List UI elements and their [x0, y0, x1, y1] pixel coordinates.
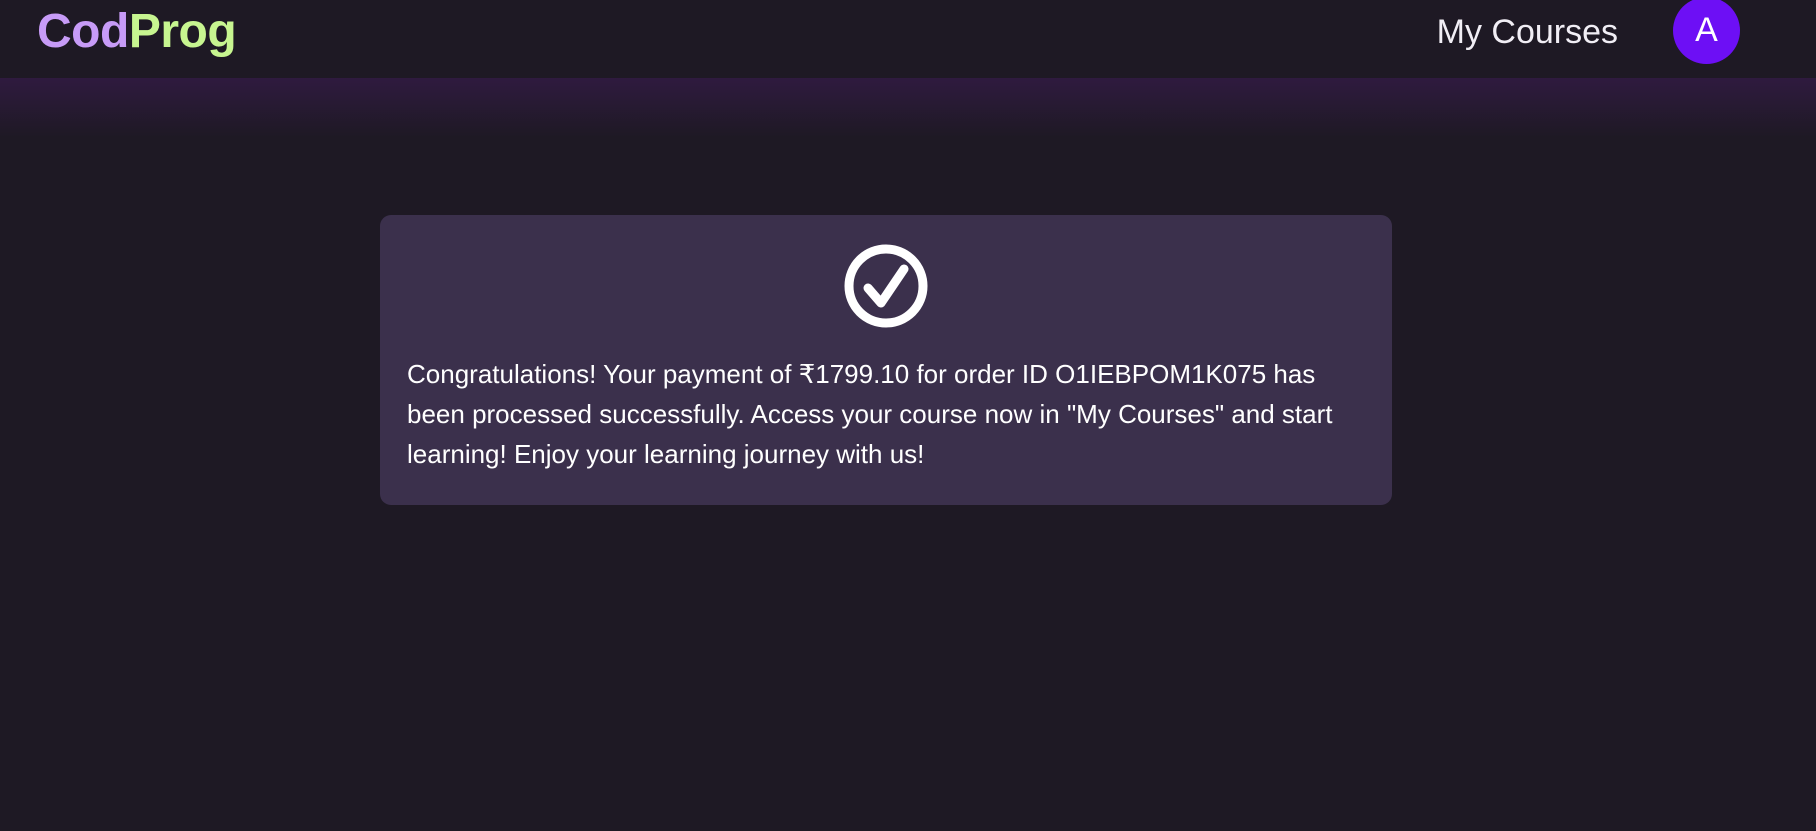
- brand-logo-part-cod: Cod: [37, 5, 129, 58]
- payment-success-message: Congratulations! Your payment of ₹1799.1…: [407, 359, 1333, 469]
- top-navbar: CodProg My Courses A: [0, 0, 1816, 78]
- payment-success-card: Congratulations! Your payment of ₹1799.1…: [380, 215, 1392, 505]
- brand-logo[interactable]: CodProg: [37, 4, 237, 60]
- brand-logo-part-prog: Prog: [128, 5, 237, 58]
- nav-my-courses-link[interactable]: My Courses: [1437, 12, 1618, 52]
- header-glow-divider: [0, 78, 1816, 138]
- user-avatar[interactable]: A: [1673, 0, 1740, 64]
- check-circle-icon: [844, 244, 928, 328]
